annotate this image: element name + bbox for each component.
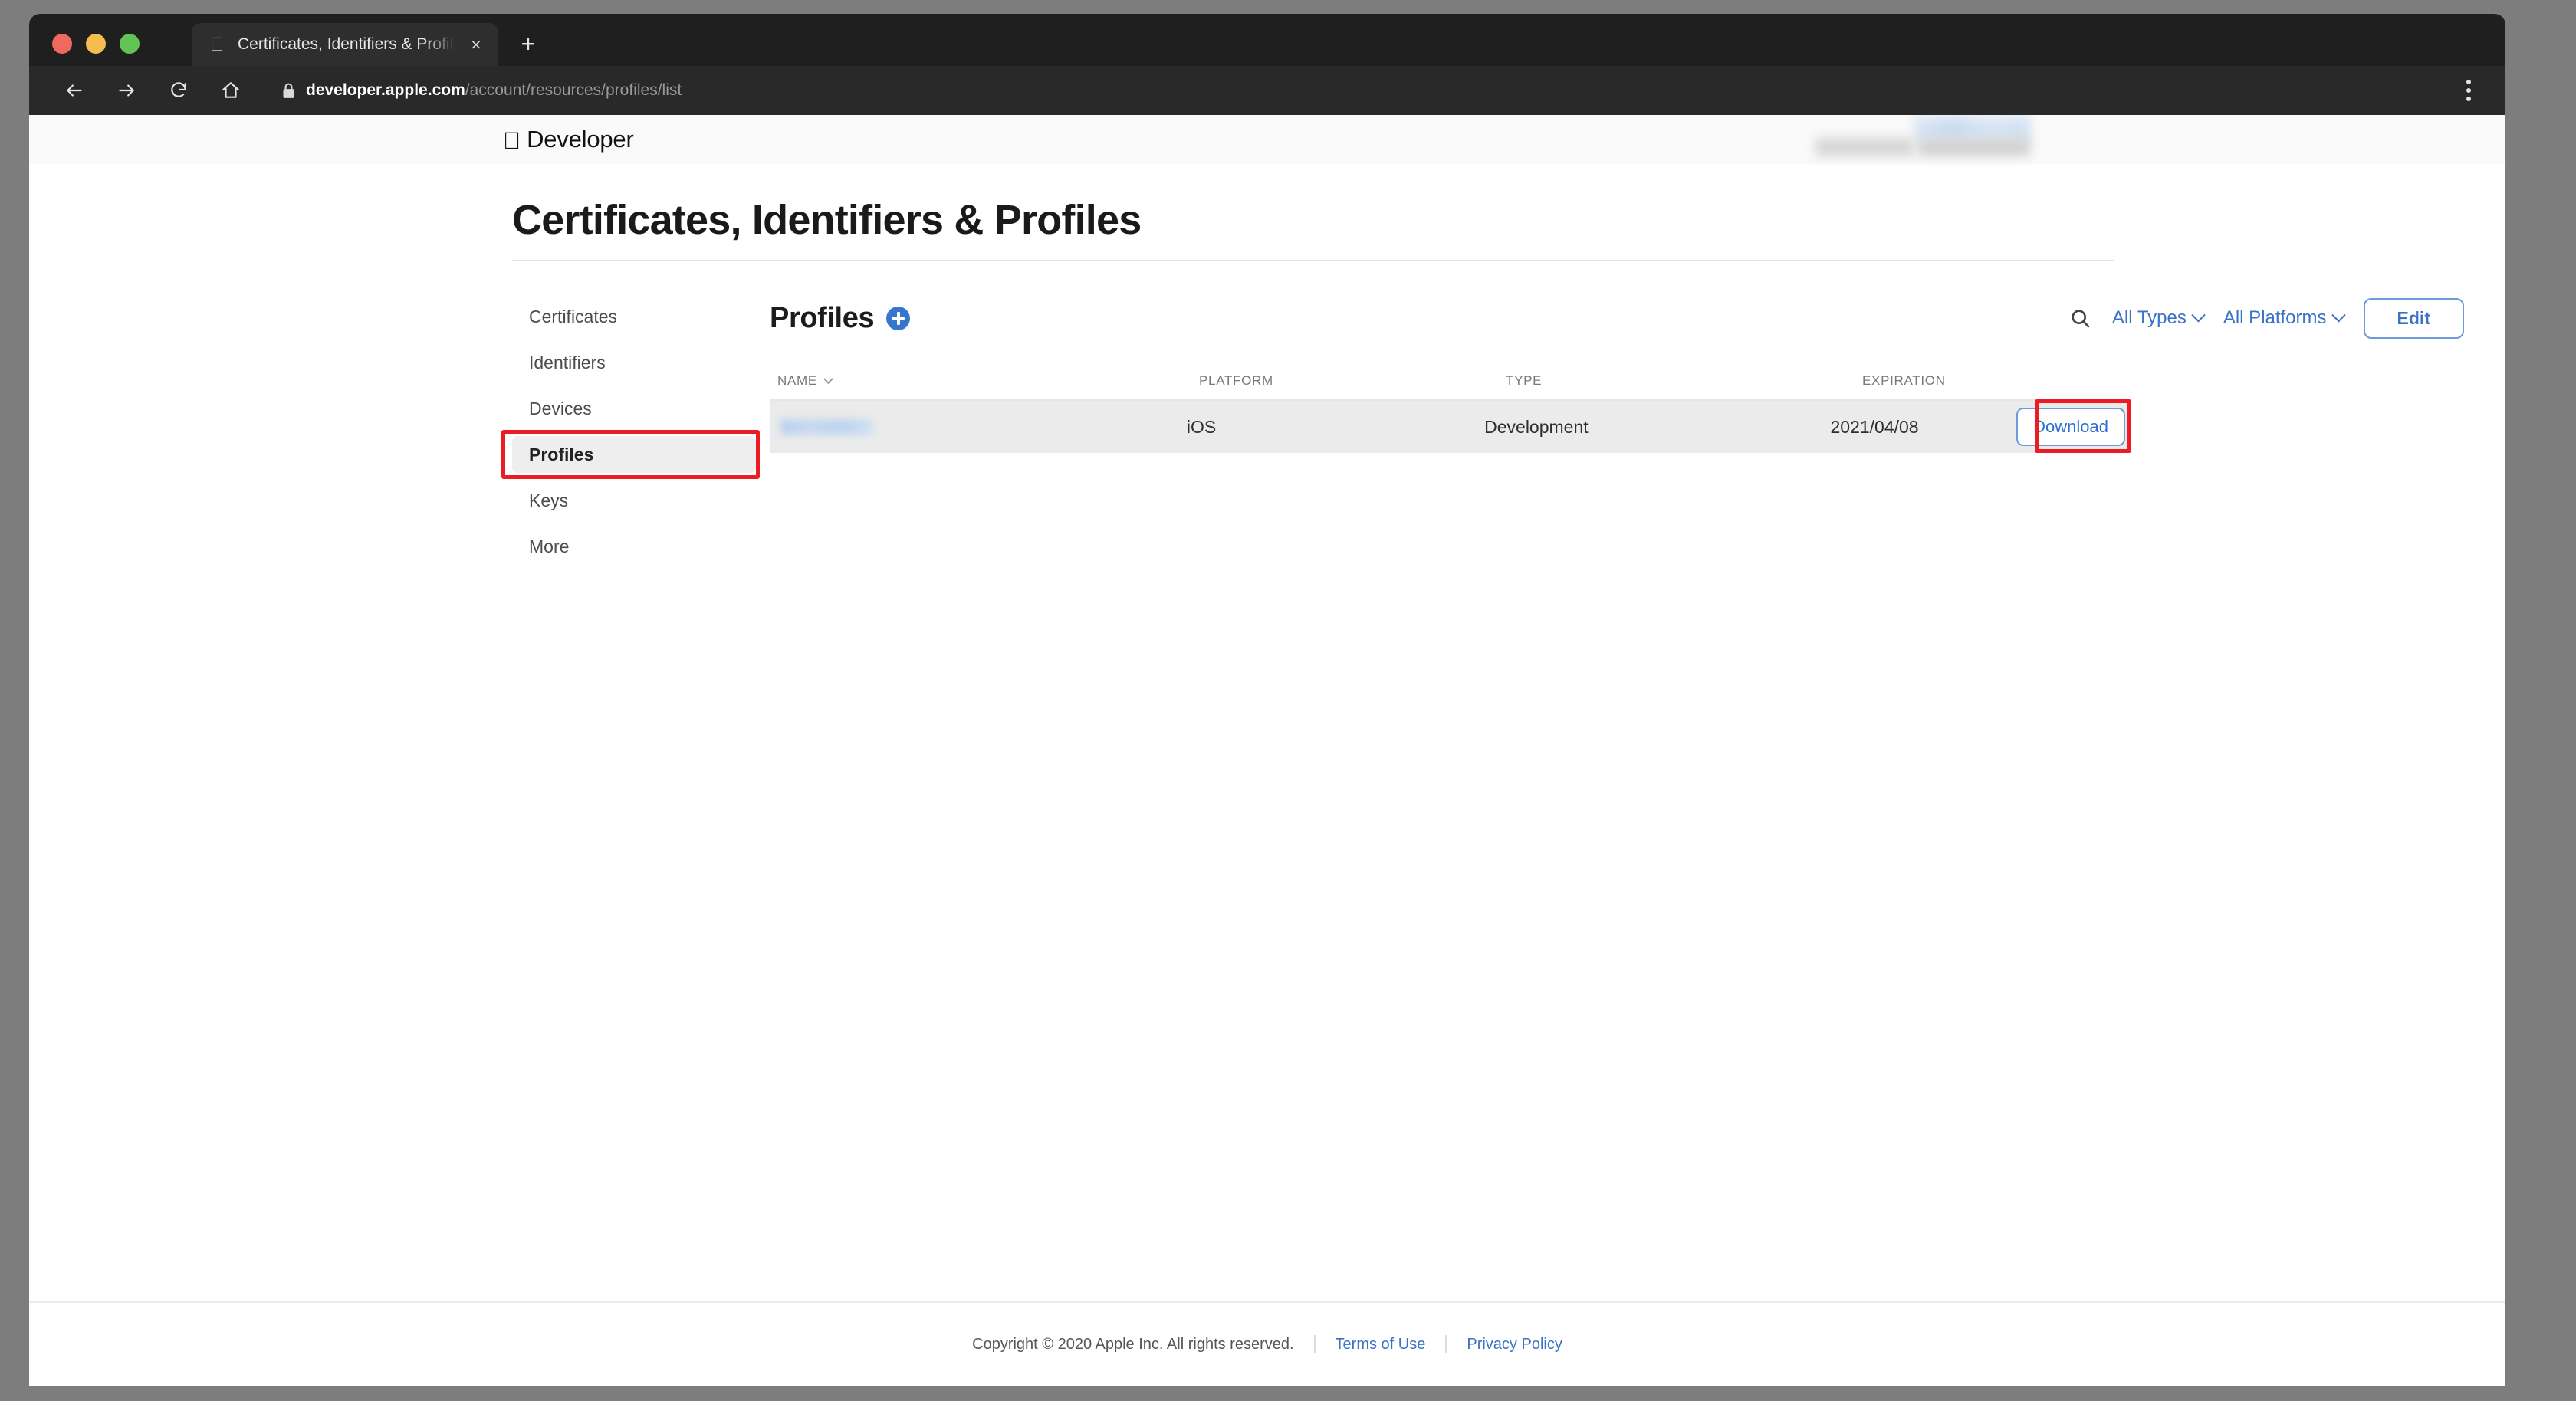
footer-divider	[1313, 1335, 1316, 1353]
table-header-row: NAME PLATFORM TYPE EXPIRATION	[770, 363, 2131, 401]
chevron-down-icon	[2191, 307, 2206, 322]
filter-all-types-label: All Types	[2111, 307, 2187, 328]
browser-window:  Certificates, Identifiers & Profiles ×…	[29, 14, 2505, 1386]
close-window-button[interactable]	[52, 34, 72, 54]
sidebar-nav: Certificates Identifiers Devices Profile…	[501, 297, 760, 574]
column-header-name-label: NAME	[777, 373, 817, 388]
table-row[interactable]: iOS Development 2021/04/08 Download	[770, 399, 2131, 453]
main-panel: Profiles All Types All Platforms Edit NA…	[756, 297, 2505, 574]
sidebar-item-keys[interactable]: Keys	[512, 482, 756, 519]
title-divider	[512, 260, 2114, 261]
download-button[interactable]: Download	[2016, 408, 2125, 446]
apple-logo-icon: 	[503, 129, 521, 153]
sidebar-item-more[interactable]: More	[512, 528, 756, 565]
column-header-name[interactable]: NAME	[777, 373, 1199, 389]
sidebar-item-label: More	[529, 536, 570, 556]
back-arrow-icon[interactable]	[57, 73, 92, 108]
apple-developer-logo[interactable]:  Developer	[503, 126, 634, 153]
sidebar-item-devices[interactable]: Devices	[512, 390, 756, 427]
sidebar-item-label: Keys	[529, 490, 569, 510]
redaction-block	[1815, 138, 1914, 156]
browser-toolbar: developer.apple.com/account/resources/pr…	[29, 66, 2505, 115]
reload-icon[interactable]	[161, 73, 196, 108]
sidebar-item-label: Identifiers	[529, 352, 606, 372]
forward-arrow-icon[interactable]	[109, 73, 144, 108]
column-header-expiration: EXPIRATION	[1862, 373, 1946, 388]
page-title: Certificates, Identifiers & Profiles	[512, 197, 1142, 243]
profiles-toolbar: Profiles All Types All Platforms Edit	[770, 297, 2505, 340]
browser-tab-title: Certificates, Identifiers & Profiles	[238, 35, 455, 53]
sort-chevron-down-icon	[823, 373, 833, 384]
sidebar-item-label: Devices	[529, 398, 592, 418]
sidebar-item-label: Profiles	[529, 444, 594, 464]
site-header:  Developer	[29, 115, 2505, 164]
address-bar[interactable]: developer.apple.com/account/resources/pr…	[282, 81, 2453, 100]
close-tab-icon[interactable]: ×	[466, 35, 486, 54]
sidebar-item-label: Certificates	[529, 306, 618, 326]
minimize-window-button[interactable]	[86, 34, 106, 54]
url-domain: developer.apple.com	[306, 81, 465, 99]
column-header-type: TYPE	[1506, 373, 1543, 388]
column-header-platform: PLATFORM	[1199, 373, 1273, 388]
redaction-block	[1918, 138, 2030, 156]
cell-expiration: 2021/04/08	[1830, 416, 1919, 437]
edit-button[interactable]: Edit	[2363, 297, 2464, 339]
sidebar-item-identifiers[interactable]: Identifiers	[512, 344, 756, 381]
cell-type: Development	[1484, 416, 1589, 437]
cell-action: Download	[2016, 399, 2131, 453]
profiles-heading: Profiles	[770, 301, 875, 334]
new-tab-button[interactable]: +	[515, 31, 541, 57]
sidebar-item-profiles[interactable]: Profiles	[501, 430, 760, 479]
developer-wordmark: Developer	[509, 126, 634, 153]
account-info-redacted	[1785, 115, 2030, 164]
maximize-window-button[interactable]	[120, 34, 140, 54]
cell-platform: iOS	[1186, 416, 1217, 437]
copyright-text: Copyright © 2020 Apple Inc. All rights r…	[972, 1335, 1294, 1353]
filter-all-types[interactable]: All Types	[2111, 307, 2206, 329]
terms-of-use-link[interactable]: Terms of Use	[1336, 1336, 1426, 1353]
home-icon[interactable]	[213, 73, 248, 108]
page-viewport:  Developer Certificates, Identifiers & …	[29, 115, 2505, 1386]
lock-icon	[282, 83, 295, 99]
page-footer: Copyright © 2020 Apple Inc. All rights r…	[29, 1301, 2505, 1386]
filter-all-platforms[interactable]: All Platforms	[2223, 307, 2346, 329]
window-controls	[52, 34, 140, 54]
chevron-down-icon	[2331, 307, 2346, 322]
redaction-block	[780, 419, 872, 435]
sidebar-item-certificates[interactable]: Certificates	[512, 298, 756, 335]
browser-tab-strip:  Certificates, Identifiers & Profiles ×…	[29, 14, 2505, 66]
privacy-policy-link[interactable]: Privacy Policy	[1467, 1336, 1562, 1353]
footer-divider	[1445, 1335, 1447, 1353]
browser-tab[interactable]:  Certificates, Identifiers & Profiles ×	[192, 23, 498, 66]
url-path: /account/resources/profiles/list	[465, 81, 682, 99]
cell-profile-name	[777, 419, 1187, 435]
apple-logo-icon: 	[207, 34, 227, 54]
filter-all-platforms-label: All Platforms	[2223, 307, 2327, 328]
profiles-table: NAME PLATFORM TYPE EXPIRATION iOS Develo…	[770, 363, 2131, 453]
search-icon[interactable]	[2063, 300, 2098, 336]
add-profile-icon[interactable]	[886, 306, 911, 330]
kebab-menu-icon[interactable]	[2453, 73, 2484, 108]
